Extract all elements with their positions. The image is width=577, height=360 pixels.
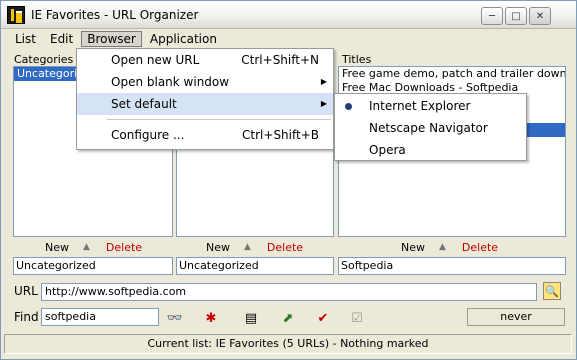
unmark-button[interactable]: ☑: [347, 308, 367, 328]
menu-open-new-url[interactable]: Open new URL Ctrl+Shift+N: [77, 49, 333, 71]
export-icon: ⬈: [282, 310, 294, 326]
app-window: IE Favorites - URL Organizer ─ □ ✕ List …: [0, 0, 577, 360]
categories-label: Categories: [14, 53, 74, 66]
delete-title-button[interactable]: Delete: [462, 241, 498, 254]
titles-actions: New ▲ Delete: [401, 239, 498, 255]
new-middle-button[interactable]: New: [206, 241, 230, 254]
menu-open-blank-window-label: Open blank window: [111, 75, 230, 89]
export-button[interactable]: ⬈: [278, 308, 298, 328]
category-status-field: Uncategorized: [13, 257, 173, 275]
check-up-icon: ☑: [351, 310, 363, 326]
title-bar[interactable]: IE Favorites - URL Organizer ─ □ ✕: [1, 1, 576, 29]
close-icon: ✕: [535, 10, 545, 22]
sort-icon[interactable]: ▲: [439, 242, 446, 252]
delete-category-button[interactable]: Delete: [106, 241, 142, 254]
titles-label: Titles: [342, 53, 372, 66]
browser-menu: Open new URL Ctrl+Shift+N Open blank win…: [76, 48, 334, 150]
submenu-netscape-navigator-label: Netscape Navigator: [369, 121, 488, 135]
menu-open-new-url-label: Open new URL: [111, 53, 200, 67]
radio-bullet-icon: [345, 103, 352, 110]
submenu-opera[interactable]: Opera: [335, 139, 526, 161]
url-input[interactable]: http://www.softpedia.com: [41, 283, 537, 301]
go-url-button[interactable]: 🔍: [543, 282, 561, 300]
glasses-icon: 👓: [166, 310, 184, 326]
default-browser-submenu: Internet Explorer Netscape Navigator Ope…: [334, 93, 527, 161]
menu-separator: [107, 119, 331, 120]
magnifier-icon: 🔍: [545, 284, 559, 298]
find-label: Find: [14, 310, 39, 324]
menu-edit[interactable]: Edit: [44, 31, 79, 47]
maximize-icon: □: [511, 10, 521, 22]
menu-list[interactable]: List: [9, 31, 42, 47]
app-icon: [7, 5, 25, 24]
close-button[interactable]: ✕: [529, 7, 551, 25]
menu-open-new-url-shortcut: Ctrl+Shift+N: [241, 53, 319, 67]
submenu-arrow-icon: ▶: [320, 99, 327, 108]
mark-button[interactable]: ✔: [313, 308, 333, 328]
menu-set-default-label: Set default: [111, 97, 177, 111]
new-title-button[interactable]: New: [401, 241, 425, 254]
status-bar: Current list: IE Favorites (5 URLs) - No…: [4, 334, 572, 354]
minimize-button[interactable]: ─: [481, 7, 503, 25]
submenu-opera-label: Opera: [369, 143, 406, 157]
menu-bar: List Edit Browser Application: [1, 29, 576, 48]
categories-actions: New ▲ Delete: [45, 239, 142, 255]
submenu-netscape-navigator[interactable]: Netscape Navigator: [335, 117, 526, 139]
menu-open-blank-window[interactable]: Open blank window ▶: [77, 71, 333, 93]
menu-configure-shortcut: Ctrl+Shift+B: [242, 128, 319, 142]
submenu-arrow-icon: ▶: [320, 77, 327, 86]
star-doc-icon: ✱: [205, 310, 217, 326]
find-input[interactable]: softpedia: [41, 308, 159, 326]
url-label: URL: [14, 284, 38, 298]
title-item[interactable]: Free game demo, patch and trailer downlo…: [339, 67, 565, 81]
menu-set-default[interactable]: Set default ▶: [77, 93, 333, 115]
sort-icon[interactable]: ▲: [83, 242, 90, 252]
minimize-icon: ─: [488, 10, 496, 22]
submenu-internet-explorer[interactable]: Internet Explorer: [335, 95, 526, 117]
menu-browser[interactable]: Browser: [81, 30, 142, 47]
submenu-internet-explorer-label: Internet Explorer: [369, 99, 471, 113]
new-category-button[interactable]: New: [45, 241, 69, 254]
notes-button[interactable]: ▤: [241, 308, 261, 328]
sort-icon[interactable]: ▲: [244, 242, 251, 252]
middle-status-field: Uncategorized: [176, 257, 334, 275]
delete-middle-button[interactable]: Delete: [267, 241, 303, 254]
last-visit-field: never: [467, 308, 565, 326]
window-title: IE Favorites - URL Organizer: [31, 7, 199, 22]
title-status-field: Softpedia: [338, 257, 566, 275]
menu-application[interactable]: Application: [144, 31, 223, 47]
new-star-button[interactable]: ✱: [201, 308, 221, 328]
checkmark-icon: ✔: [317, 310, 329, 326]
menu-configure[interactable]: Configure ... Ctrl+Shift+B: [77, 124, 333, 146]
find-button[interactable]: 👓: [165, 308, 185, 328]
document-icon: ▤: [244, 310, 258, 326]
maximize-button[interactable]: □: [505, 7, 527, 25]
menu-configure-label: Configure ...: [111, 128, 185, 142]
middle-actions: New ▲ Delete: [206, 239, 303, 255]
